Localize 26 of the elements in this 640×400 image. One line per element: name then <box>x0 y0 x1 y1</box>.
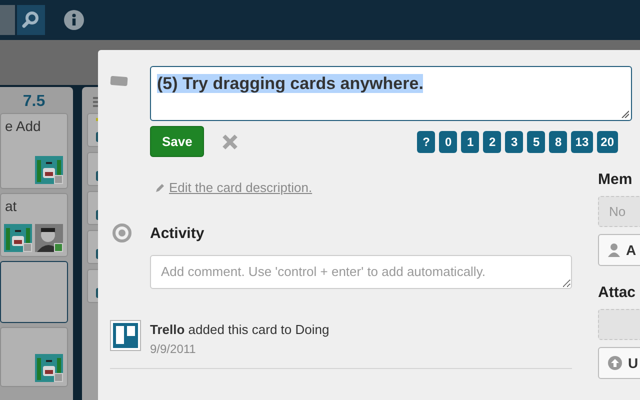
estimate-button[interactable]: 1 <box>461 130 480 152</box>
activity-heading: Activity <box>150 224 204 242</box>
estimate-button[interactable]: 5 <box>527 130 546 152</box>
section-heading: Mem <box>598 171 632 188</box>
estimate-button[interactable]: ? <box>417 130 436 152</box>
button-label: U <box>628 355 638 371</box>
board-card[interactable]: e Add <box>0 113 68 189</box>
button-label: A <box>626 242 636 258</box>
list-points: 7.5 <box>22 93 46 111</box>
activity-date: 9/9/2011 <box>150 342 197 356</box>
estimate-button[interactable]: 0 <box>439 130 458 152</box>
card-text: e Add <box>5 118 41 134</box>
board-card[interactable]: at <box>0 193 68 257</box>
estimate-button[interactable]: 3 <box>505 130 524 152</box>
estimate-button[interactable]: 8 <box>549 130 568 152</box>
title-field[interactable]: (5) Try dragging cards anywhere. <box>150 66 632 121</box>
estimate-button[interactable]: 13 <box>571 130 593 152</box>
estimate-button[interactable]: 20 <box>596 130 618 152</box>
sidebar-button[interactable]: A <box>598 234 640 266</box>
card-text: at <box>5 198 17 214</box>
sidebar-button[interactable]: U <box>598 347 640 379</box>
save-button[interactable]: Save <box>150 126 204 157</box>
section-heading: Attac <box>598 284 636 301</box>
estimate-button[interactable]: 2 <box>483 130 502 152</box>
comment-field[interactable]: Add comment. Use 'control + enter' to add automatically. <box>150 255 572 289</box>
activity-text: Trello added this card to Doing <box>150 322 330 337</box>
